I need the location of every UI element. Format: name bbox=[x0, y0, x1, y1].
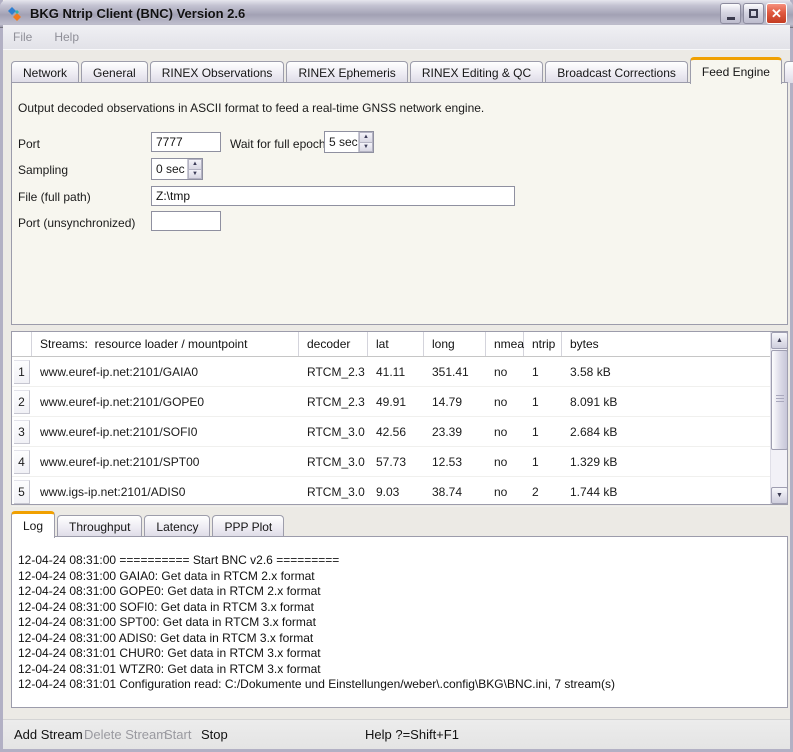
header-bytes: bytes bbox=[562, 332, 787, 356]
port-input[interactable] bbox=[151, 132, 221, 152]
table-row[interactable]: 4 www.euref-ip.net:2101/SPT00 RTCM_3.0 5… bbox=[12, 447, 787, 477]
spin-down-icon[interactable]: ▼ bbox=[188, 169, 202, 180]
action-bar: Add Stream Delete Stream Start Stop Help… bbox=[3, 719, 790, 749]
log-line: 12-04-24 08:31:00 GAIA0: Get data in RTC… bbox=[18, 569, 781, 585]
wait-epoch-value: 5 sec bbox=[325, 132, 358, 152]
row-number: 3 bbox=[14, 420, 30, 444]
stop-button[interactable]: Stop bbox=[201, 727, 228, 742]
header-rownum bbox=[12, 332, 32, 356]
app-icon bbox=[6, 5, 24, 23]
feed-engine-panel: Output decoded observations in ASCII for… bbox=[11, 82, 788, 325]
row-number: 4 bbox=[14, 450, 30, 474]
header-mountpoint: Streams: resource loader / mountpoint bbox=[32, 332, 299, 356]
app-window: BKG Ntrip Client (BNC) Version 2.6 ✕ Fil… bbox=[0, 0, 793, 752]
close-button[interactable]: ✕ bbox=[766, 3, 787, 24]
header-long: long bbox=[424, 332, 486, 356]
header-decoder: decoder bbox=[299, 332, 368, 356]
tab-throughput[interactable]: Throughput bbox=[57, 515, 142, 537]
sampling-value: 0 sec bbox=[152, 159, 187, 179]
minimize-button[interactable] bbox=[720, 3, 741, 24]
file-path-label: File (full path) bbox=[18, 190, 91, 204]
title-bar[interactable]: BKG Ntrip Client (BNC) Version 2.6 ✕ bbox=[0, 0, 793, 28]
log-line: 12-04-24 08:31:01 CHUR0: Get data in RTC… bbox=[18, 646, 781, 662]
row-number: 1 bbox=[14, 360, 30, 384]
table-row[interactable]: 5 www.igs-ip.net:2101/ADIS0 RTCM_3.0 9.0… bbox=[12, 477, 787, 507]
window-title: BKG Ntrip Client (BNC) Version 2.6 bbox=[30, 6, 245, 21]
log-panel[interactable]: 12-04-24 08:31:00 ========== Start BNC v… bbox=[11, 536, 788, 708]
scrollbar-thumb[interactable] bbox=[771, 350, 788, 450]
log-line: 12-04-24 08:31:01 Configuration read: C:… bbox=[18, 677, 781, 693]
help-shortcut-label: Help ?=Shift+F1 bbox=[365, 727, 459, 742]
log-line: 12-04-24 08:31:00 SPT00: Get data in RTC… bbox=[18, 615, 781, 631]
menu-bar: File Help bbox=[3, 25, 790, 50]
file-path-input[interactable] bbox=[151, 186, 515, 206]
scrollbar-down-icon[interactable]: ▼ bbox=[771, 487, 788, 504]
minimize-icon bbox=[727, 17, 735, 20]
wait-epoch-spinner[interactable]: 5 sec ▲ ▼ bbox=[324, 131, 374, 153]
tab-feed-engine[interactable]: Feed Engine bbox=[690, 57, 782, 84]
delete-stream-button[interactable]: Delete Stream bbox=[84, 727, 167, 742]
streams-table: Streams: resource loader / mountpoint de… bbox=[11, 331, 788, 505]
spin-up-icon[interactable]: ▲ bbox=[359, 132, 373, 142]
main-tab-bar: Network General RINEX Observations RINEX… bbox=[11, 56, 782, 83]
maximize-icon bbox=[749, 9, 758, 18]
tab-log[interactable]: Log bbox=[11, 511, 55, 538]
table-row[interactable]: 3 www.euref-ip.net:2101/SOFI0 RTCM_3.0 4… bbox=[12, 417, 787, 447]
tab-latency[interactable]: Latency bbox=[144, 515, 210, 537]
header-nmea: nmea bbox=[486, 332, 524, 356]
table-row[interactable]: 1 www.euref-ip.net:2101/GAIA0 RTCM_2.3 4… bbox=[12, 357, 787, 387]
port-unsync-label: Port (unsynchronized) bbox=[18, 216, 135, 230]
log-line: 12-04-24 08:31:01 WTZR0: Get data in RTC… bbox=[18, 662, 781, 678]
tab-general[interactable]: General bbox=[81, 61, 148, 83]
feed-engine-description: Output decoded observations in ASCII for… bbox=[18, 101, 484, 115]
spin-up-icon[interactable]: ▲ bbox=[188, 159, 202, 169]
menu-help[interactable]: Help bbox=[54, 30, 79, 44]
tab-network[interactable]: Network bbox=[11, 61, 79, 83]
header-lat: lat bbox=[368, 332, 424, 356]
start-button[interactable]: Start bbox=[164, 727, 191, 742]
tab-ppp-plot[interactable]: PPP Plot bbox=[212, 515, 284, 537]
log-line: 12-04-24 08:31:00 SOFI0: Get data in RTC… bbox=[18, 600, 781, 616]
tab-serial-output[interactable]: Serial Ou bbox=[784, 61, 793, 83]
menu-file[interactable]: File bbox=[13, 30, 32, 44]
maximize-button[interactable] bbox=[743, 3, 764, 24]
table-row[interactable]: 2 www.euref-ip.net:2101/GOPE0 RTCM_2.3 4… bbox=[12, 387, 787, 417]
wait-epoch-label: Wait for full epoch bbox=[230, 137, 326, 151]
tab-rinex-editing-qc[interactable]: RINEX Editing & QC bbox=[410, 61, 543, 83]
header-ntrip: ntrip bbox=[524, 332, 562, 356]
port-unsync-input[interactable] bbox=[151, 211, 221, 231]
tab-rinex-ephemeris[interactable]: RINEX Ephemeris bbox=[286, 61, 407, 83]
bottom-tab-bar: Log Throughput Latency PPP Plot bbox=[11, 510, 788, 537]
streams-table-header: Streams: resource loader / mountpoint de… bbox=[12, 332, 787, 357]
tab-broadcast-corrections[interactable]: Broadcast Corrections bbox=[545, 61, 688, 83]
log-line: 12-04-24 08:31:00 ADIS0: Get data in RTC… bbox=[18, 631, 781, 647]
sampling-spinner[interactable]: 0 sec ▲ ▼ bbox=[151, 158, 203, 180]
log-line: 12-04-24 08:31:00 GOPE0: Get data in RTC… bbox=[18, 584, 781, 600]
row-number: 5 bbox=[14, 480, 30, 504]
table-scrollbar[interactable]: ▲ ▼ bbox=[770, 332, 787, 504]
scrollbar-grip-icon bbox=[776, 395, 784, 404]
scrollbar-up-icon[interactable]: ▲ bbox=[771, 332, 788, 349]
add-stream-button[interactable]: Add Stream bbox=[14, 727, 83, 742]
tab-rinex-observations[interactable]: RINEX Observations bbox=[150, 61, 285, 83]
close-icon: ✕ bbox=[771, 6, 782, 22]
spin-down-icon[interactable]: ▼ bbox=[359, 142, 373, 153]
port-label: Port bbox=[18, 137, 40, 151]
row-number: 2 bbox=[14, 390, 30, 414]
sampling-label: Sampling bbox=[18, 163, 68, 177]
log-line: 12-04-24 08:31:00 ========== Start BNC v… bbox=[18, 553, 781, 569]
